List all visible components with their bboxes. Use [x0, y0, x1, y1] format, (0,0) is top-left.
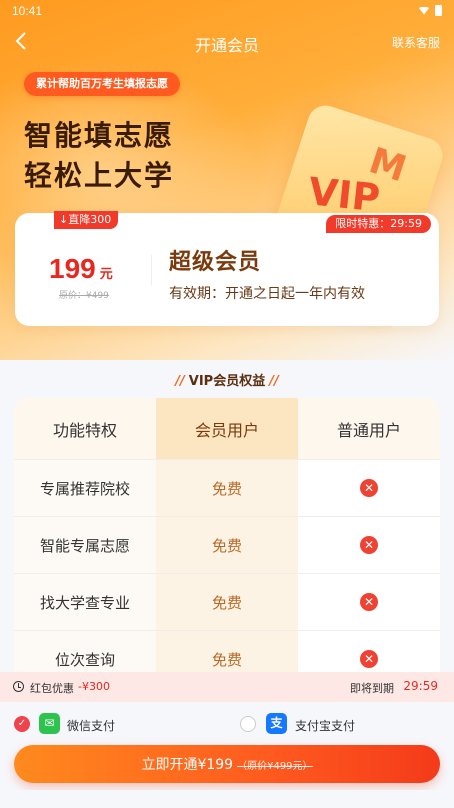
price-drop-text: 直降300 — [68, 213, 112, 226]
slogan-line-2: 轻松上大学 — [24, 159, 175, 192]
wifi-icon — [419, 6, 429, 15]
header-vip: 会员用户 — [156, 398, 298, 459]
battery-icon — [435, 5, 442, 16]
expire-countdown: 29:59 — [403, 679, 438, 693]
feature-cell: 找大学查专业 — [14, 574, 156, 630]
contact-service-link[interactable]: 联系客服 — [392, 34, 440, 51]
status-time: 10:41 — [12, 4, 43, 18]
table-row: 找大学查专业 免费 ✕ — [14, 574, 440, 631]
alipay-label[interactable]: 支付宝支付 — [295, 717, 355, 734]
page-title: 开通会员 — [194, 36, 259, 55]
payment-methods: ✓ ✉ 微信支付 支 支付宝支付 — [0, 706, 454, 742]
benefits-section-title: //VIP会员权益// — [0, 370, 454, 389]
wechat-pay-icon: ✉ — [39, 713, 60, 734]
slogan-line-1: 智能填志愿 — [24, 119, 175, 152]
decor-slash-icon: // — [175, 374, 185, 389]
table-row: 专属推荐院校 免费 ✕ — [14, 460, 440, 517]
wechat-radio[interactable]: ✓ — [14, 716, 30, 732]
vip-cell: 免费 — [156, 460, 298, 516]
table-row: 智能专属志愿 免费 ✕ — [14, 517, 440, 574]
header-normal: 普通用户 — [298, 398, 440, 459]
header-feature: 功能特权 — [14, 398, 156, 459]
close-icon: ✕ — [360, 593, 378, 611]
limited-time-badge: 限时特惠：29:59 — [326, 215, 431, 233]
alipay-icon: 支 — [266, 713, 287, 734]
table-header-row: 功能特权 会员用户 普通用户 — [14, 398, 440, 460]
arrow-down-icon: ↓ — [59, 213, 69, 226]
buy-original-price: （原价¥499元） — [237, 760, 313, 772]
coupon-amount: -¥300 — [78, 680, 110, 693]
expire-label: 即将到期 — [350, 682, 394, 695]
clock-icon — [13, 681, 24, 692]
price-unit: 元 — [99, 267, 113, 282]
benefits-table: 功能特权 会员用户 普通用户 专属推荐院校 免费 ✕ 智能专属志愿 免费 ✕ 找… — [14, 398, 440, 688]
plan-name: 超级会员 — [169, 250, 262, 275]
divider — [151, 255, 152, 285]
vip-cell: 免费 — [156, 574, 298, 630]
buy-now-button[interactable]: 立即开通¥199 （原价¥499元） — [14, 745, 440, 783]
original-price: 原价：¥499 — [59, 291, 109, 301]
price: 199 元 — [49, 253, 113, 285]
slogan: 智能填志愿 轻松上大学 — [24, 116, 174, 196]
feature-cell: 智能专属志愿 — [14, 517, 156, 573]
normal-cell: ✕ — [298, 460, 440, 516]
price-card[interactable]: ↓直降300 限时特惠：29:59 199 元 原价：¥499 超级会员 有效期：… — [15, 211, 439, 326]
decor-slash-icon: // — [269, 374, 279, 389]
close-icon: ✕ — [360, 650, 378, 668]
normal-cell: ✕ — [298, 574, 440, 630]
price-drop-badge: ↓直降300 — [54, 211, 119, 229]
bottom-safe-area — [0, 790, 454, 808]
close-icon: ✕ — [360, 479, 378, 497]
close-icon: ✕ — [360, 536, 378, 554]
benefits-title-text: VIP会员权益 — [188, 374, 266, 389]
alipay-radio[interactable] — [240, 716, 256, 732]
buy-now-label: 立即开通¥199 — [141, 757, 234, 773]
vip-cell: 免费 — [156, 517, 298, 573]
status-bar: 10:41 — [0, 0, 454, 22]
nav-bar: 开通会员 联系客服 — [0, 24, 454, 60]
coupon-label: 红包优惠 — [30, 682, 74, 695]
coupon-bar: 红包优惠 -¥300 即将到期 29:59 — [0, 672, 454, 702]
plan-validity: 有效期：开通之日起一年内有效 — [169, 286, 365, 302]
price-value: 199 — [49, 253, 96, 284]
status-icons — [419, 5, 442, 16]
normal-cell: ✕ — [298, 517, 440, 573]
help-count-pill: 累计帮助百万考生填报志愿 — [24, 72, 180, 96]
feature-cell: 专属推荐院校 — [14, 460, 156, 516]
wechat-pay-label[interactable]: 微信支付 — [67, 717, 115, 734]
